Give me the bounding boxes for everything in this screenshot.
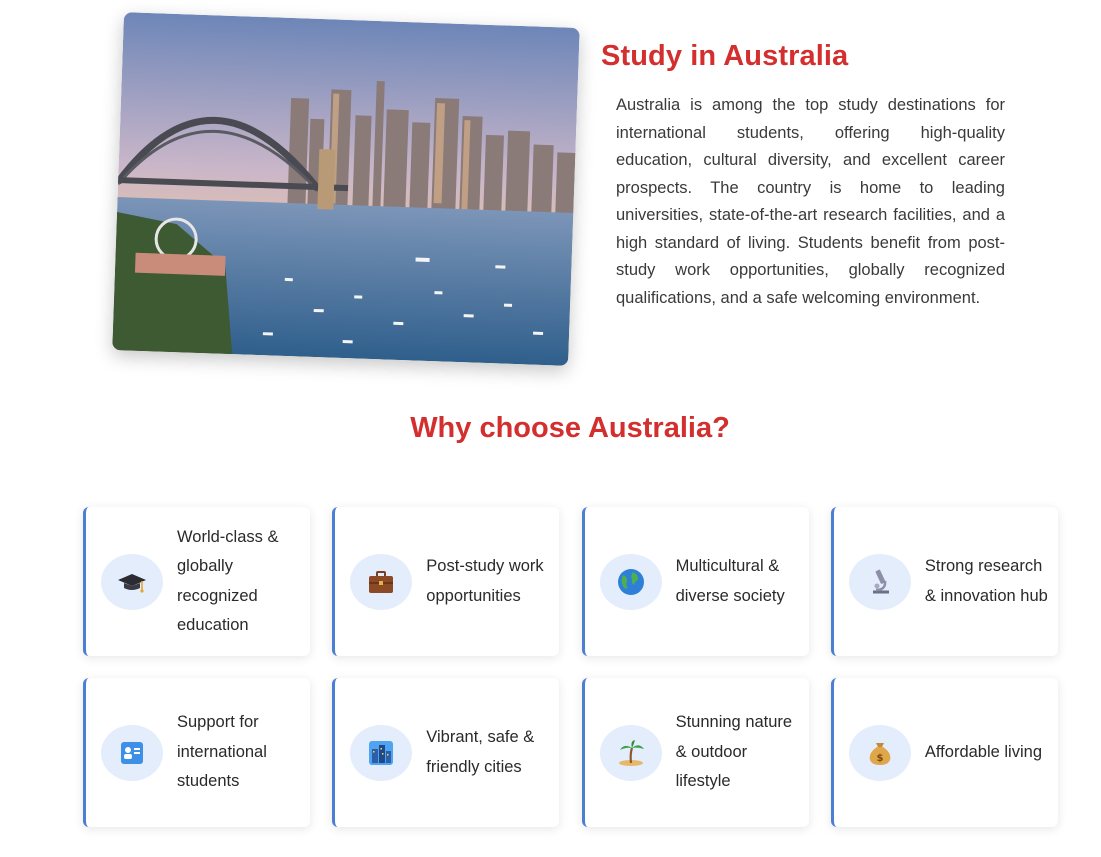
id-card-icon — [101, 724, 163, 781]
benefits-grid: World-class & globally recognized educat… — [83, 507, 1058, 827]
benefit-card: Multicultural & diverse society — [581, 507, 809, 656]
benefit-label: Support for international students — [177, 713, 267, 791]
palm-tree-island-icon — [599, 724, 662, 781]
benefit-label: World-class & globally recognized educat… — [177, 527, 279, 635]
benefit-card: World-class & globally recognized educat… — [83, 507, 310, 656]
benefit-card: Vibrant, safe & friendly cities — [332, 678, 560, 827]
benefit-label: Affordable living — [924, 742, 1042, 761]
money-bag-icon: $ — [848, 724, 911, 781]
benefit-label: Vibrant, safe & friendly cities — [426, 728, 535, 776]
benefit-card: Support for international students — [83, 678, 310, 827]
cityscape-icon — [350, 724, 413, 781]
sydney-harbour-image — [112, 12, 580, 366]
benefit-card: Post-study work opportunities — [332, 507, 560, 656]
briefcase-icon — [350, 553, 413, 610]
benefit-label: Strong research & innovation hub — [924, 557, 1048, 605]
page-title: Study in Australia — [601, 40, 849, 72]
graduation-cap-icon — [101, 553, 163, 610]
section-title: Why choose Australia? — [410, 412, 730, 444]
microscope-icon — [848, 553, 911, 610]
svg-text:$: $ — [876, 753, 883, 764]
benefit-card: Stunning nature & outdoor lifestyle — [581, 678, 809, 827]
benefit-label: Stunning nature & outdoor lifestyle — [675, 713, 793, 791]
benefit-label: Post-study work opportunities — [426, 557, 544, 605]
benefit-card: Strong research & innovation hub — [830, 507, 1058, 656]
benefit-card: $ Affordable living — [830, 678, 1058, 827]
benefit-label: Multicultural & diverse society — [675, 557, 785, 605]
intro-paragraph: Australia is among the top study destina… — [616, 96, 1005, 307]
globe-icon — [599, 553, 662, 610]
